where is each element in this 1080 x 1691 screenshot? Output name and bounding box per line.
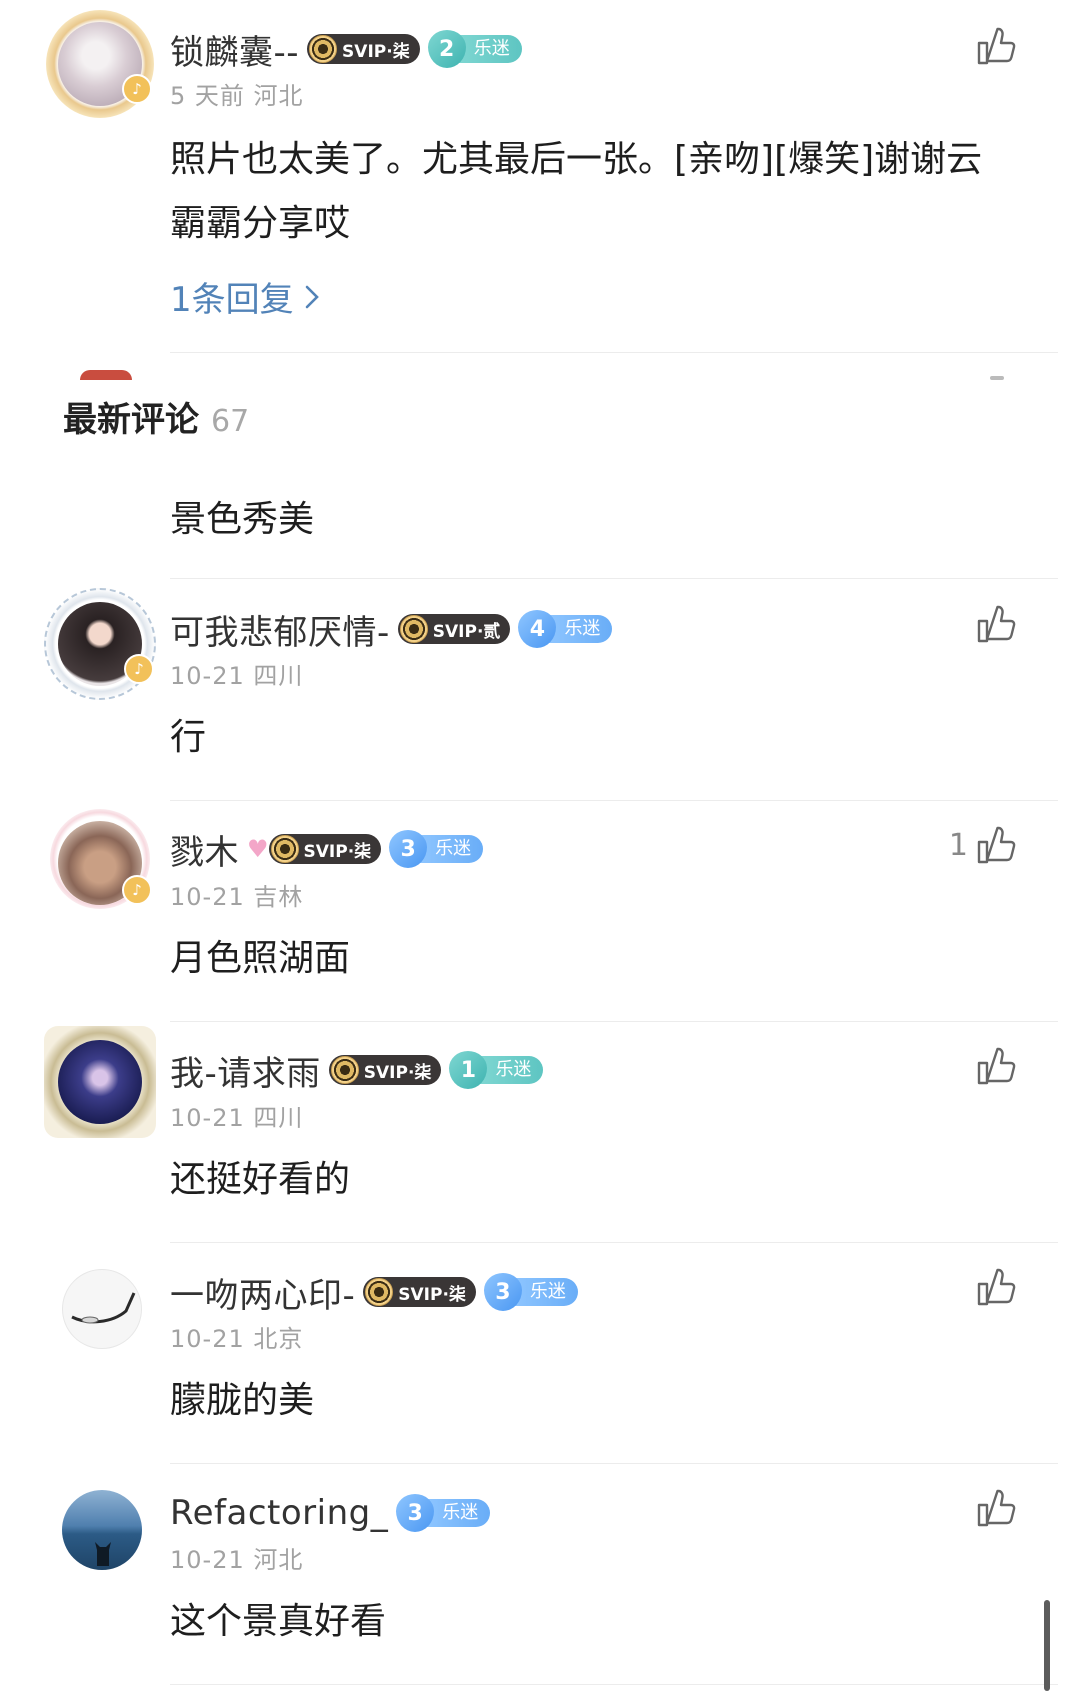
divider — [170, 1021, 1058, 1022]
heart-level-icon: 2 — [427, 30, 466, 68]
fan-level-label: 乐迷 — [417, 835, 484, 863]
like-button[interactable]: 1 — [949, 823, 1018, 867]
divider — [170, 1242, 1058, 1243]
username[interactable]: 一吻两心印- — [170, 1268, 355, 1317]
fan-level-badge[interactable]: 3 乐迷 — [389, 830, 484, 868]
section-header: 最新评论 67 — [63, 392, 249, 441]
svip-badge[interactable]: SVIP·柒 — [307, 34, 420, 64]
comment-meta: 10-21 北京 — [170, 1325, 304, 1353]
chevron-right-icon — [305, 285, 319, 308]
heart-icon: ♥ — [247, 835, 269, 863]
comment-meta: 10-21 四川 — [170, 662, 304, 690]
username[interactable]: 我-请求雨 — [170, 1046, 321, 1095]
divider — [170, 352, 1058, 353]
comment-meta: 10-21 吉林 — [170, 883, 304, 911]
svip-label: SVIP·柒 — [303, 841, 372, 862]
fan-level-badge[interactable]: 2 乐迷 — [427, 30, 522, 68]
like-button[interactable] — [968, 1044, 1018, 1088]
music-note-icon: ♪ — [122, 74, 152, 104]
like-button[interactable] — [968, 1265, 1018, 1309]
like-count: 1 — [948, 827, 968, 863]
fan-level-badge[interactable]: 4 乐迷 — [518, 610, 613, 648]
vinyl-disc-icon — [270, 835, 299, 863]
scrollbar[interactable] — [1044, 1600, 1050, 1691]
comment-content: 景色秀美 — [170, 499, 315, 540]
reply-count-label: 1条回复 — [170, 280, 294, 320]
comment-meta: 5 天前 河北 — [170, 82, 304, 110]
comment-content: 照片也太美了。尤其最后一张。[亲吻][爆笑]谢谢云霸霸分享哎 — [170, 139, 983, 244]
comment-meta: 10-21 四川 — [170, 1104, 304, 1132]
like-button[interactable] — [968, 602, 1018, 646]
vinyl-disc-icon — [309, 35, 338, 63]
cat-silhouette-icon — [95, 1542, 111, 1566]
section-title: 最新评论 — [63, 400, 199, 440]
fan-level-label: 乐迷 — [477, 1056, 544, 1084]
avatar-sliver — [80, 370, 132, 380]
thumbs-up-icon — [977, 1489, 1016, 1527]
divider — [170, 1684, 1058, 1685]
svip-badge[interactable]: SVIP·柒 — [268, 834, 382, 864]
fan-level-badge[interactable]: 3 乐迷 — [483, 1273, 578, 1311]
svip-badge[interactable]: SVIP·柒 — [363, 1277, 476, 1307]
view-replies-link[interactable]: 1条回复 — [170, 272, 320, 321]
divider — [170, 800, 1058, 801]
comment-content: 这个景真好看 — [170, 1601, 387, 1642]
fan-level-badge[interactable]: 1 乐迷 — [449, 1051, 544, 1089]
fan-level-badge[interactable]: 3 乐迷 — [396, 1494, 491, 1532]
comment-content: 月色照湖面 — [170, 938, 351, 979]
vinyl-disc-icon — [330, 1056, 359, 1084]
vinyl-disc-icon — [399, 615, 428, 643]
svip-badge[interactable]: SVIP·柒 — [328, 1055, 442, 1085]
username[interactable]: Refactoring_ — [170, 1493, 388, 1533]
divider — [170, 578, 1058, 579]
thumbs-up-icon — [977, 826, 1016, 864]
thumbs-up-icon — [977, 1047, 1016, 1085]
svip-label: SVIP·柒 — [398, 1284, 466, 1305]
username[interactable]: 可我悲郁厌情- — [170, 605, 390, 654]
comment-content: 朦胧的美 — [170, 1380, 315, 1421]
fan-level-label: 乐迷 — [546, 615, 613, 643]
avatar[interactable] — [58, 1040, 142, 1124]
username[interactable]: 锁麟囊-- — [170, 25, 299, 74]
comment-meta: 10-21 河北 — [170, 1546, 304, 1574]
like-button[interactable] — [968, 1486, 1018, 1530]
thumbs-up-icon — [977, 27, 1016, 65]
comment-content: 还挺好看的 — [170, 1159, 351, 1200]
like-button[interactable] — [974, 24, 1018, 68]
thumbs-up-icon — [977, 605, 1016, 643]
thumbs-up-icon — [977, 1268, 1016, 1306]
music-note-icon: ♪ — [122, 875, 152, 905]
like-icon-sliver — [990, 376, 1004, 380]
svip-label: SVIP·柒 — [363, 1062, 432, 1083]
comment-count: 67 — [211, 404, 250, 439]
svip-badge[interactable]: SVIP·贰 — [397, 614, 511, 644]
svip-label: SVIP·柒 — [342, 41, 410, 62]
music-note-icon: ♪ — [124, 654, 154, 684]
svip-label: SVIP·贰 — [432, 621, 501, 642]
comment-content: 行 — [170, 717, 207, 758]
divider — [170, 1463, 1058, 1464]
bracelet-icon — [71, 1292, 136, 1324]
fan-level-label: 乐迷 — [424, 1499, 491, 1527]
username[interactable]: 戮木 — [170, 825, 239, 874]
vinyl-disc-icon — [365, 1278, 394, 1306]
